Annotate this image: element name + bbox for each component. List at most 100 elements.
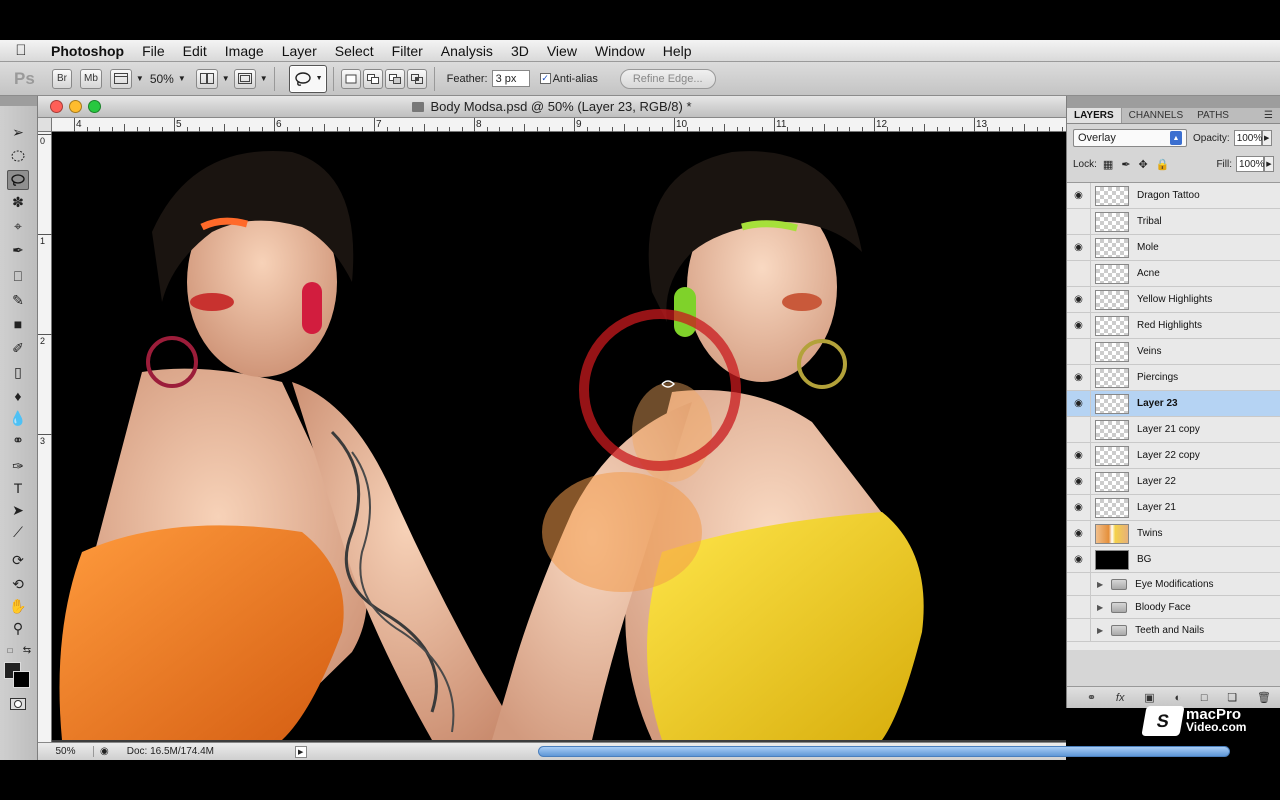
menu-app-name[interactable]: Photoshop <box>42 43 133 59</box>
visibility-eye-icon[interactable] <box>1067 572 1091 596</box>
lock-transparency-icon[interactable]: ▦ <box>1103 158 1113 171</box>
visibility-eye-icon[interactable]: ◉ <box>1067 546 1091 573</box>
layer-row[interactable]: ◉ Red Highlights <box>1067 312 1280 339</box>
layer-row[interactable]: ◉ Layer 23 <box>1067 390 1280 417</box>
feather-input[interactable]: 3 px <box>491 70 530 87</box>
pen-tool-icon[interactable]: ✑ <box>7 456 29 476</box>
refine-edge-button[interactable]: Refine Edge... <box>619 68 716 89</box>
layer-row[interactable]: Acne <box>1067 260 1280 287</box>
layer-row[interactable]: ◉ Layer 22 copy <box>1067 442 1280 469</box>
tool-preset-picker[interactable]: ▼ <box>288 64 327 93</box>
chevron-right-icon[interactable]: ▶ <box>1264 156 1274 172</box>
layer-row[interactable]: ◉ Dragon Tattoo <box>1067 183 1280 209</box>
minimize-window-button[interactable] <box>69 100 82 113</box>
visibility-eye-icon[interactable] <box>1067 595 1091 619</box>
menu-view[interactable]: View <box>538 43 586 59</box>
eyedropper-tool-icon[interactable]: ✒ <box>7 240 29 260</box>
layer-style-icon[interactable]: fx <box>1116 692 1125 704</box>
crop-tool-icon[interactable]: ⌖ <box>7 216 29 236</box>
tab-paths[interactable]: PATHS <box>1190 108 1236 123</box>
menu-window[interactable]: Window <box>586 43 654 59</box>
zoom-level-select[interactable]: 50% ▼ <box>150 72 186 86</box>
layer-row[interactable]: Tribal <box>1067 208 1280 235</box>
blend-mode-select[interactable]: Overlay ▲ <box>1073 129 1187 147</box>
zoom-window-button[interactable] <box>88 100 101 113</box>
menu-3d[interactable]: 3D <box>502 43 538 59</box>
visibility-eye-icon[interactable]: ◉ <box>1067 312 1091 339</box>
tab-channels[interactable]: CHANNELS <box>1122 108 1190 123</box>
marquee-tool-icon[interactable] <box>7 146 29 166</box>
visibility-eye-icon[interactable]: ◉ <box>1067 183 1091 209</box>
zoom-tool-icon[interactable]: ⚲ <box>7 618 29 638</box>
hand-tool-icon[interactable]: ✋ <box>7 596 29 616</box>
eraser-tool-icon[interactable]: ▯ <box>7 362 29 382</box>
layer-row[interactable]: Veins <box>1067 338 1280 365</box>
layer-mask-icon[interactable]: ▣ <box>1144 691 1154 704</box>
menu-analysis[interactable]: Analysis <box>432 43 502 59</box>
apple-icon[interactable]:  <box>0 42 42 59</box>
ruler-origin[interactable] <box>38 118 52 132</box>
fill-input[interactable]: 100% <box>1236 156 1265 172</box>
paint-bucket-tool-icon[interactable]: ♦ <box>7 386 29 406</box>
lock-position-icon[interactable]: ✥ <box>1139 158 1148 171</box>
swap-colors-icon[interactable]: ⇆ <box>20 640 34 660</box>
layer-row[interactable]: ◉ BG <box>1067 546 1280 573</box>
menu-help[interactable]: Help <box>654 43 701 59</box>
layer-row[interactable]: ◉ Twins <box>1067 520 1280 547</box>
visibility-eye-icon[interactable]: ◉ <box>1067 364 1091 391</box>
intersect-selection-button[interactable] <box>406 68 427 89</box>
quick-selection-tool-icon[interactable]: ✽ <box>7 192 29 212</box>
history-brush-tool-icon[interactable]: ✐ <box>7 338 29 358</box>
visibility-eye-icon[interactable]: ◉ <box>1067 468 1091 495</box>
layer-row[interactable]: ◉ Yellow Highlights <box>1067 286 1280 313</box>
menu-filter[interactable]: Filter <box>383 43 432 59</box>
visibility-eye-icon[interactable] <box>1067 338 1091 365</box>
visibility-eye-icon[interactable]: ◉ <box>1067 390 1091 417</box>
status-zoom-field[interactable]: 50% <box>38 746 94 757</box>
tab-layers[interactable]: LAYERS <box>1067 108 1122 123</box>
background-color-swatch[interactable] <box>13 671 30 688</box>
screen-mode-button[interactable] <box>233 68 256 89</box>
menu-file[interactable]: File <box>133 43 174 59</box>
expand-triangle-icon[interactable]: ▶ <box>1097 580 1103 589</box>
layer-row[interactable]: ◉ Layer 22 <box>1067 468 1280 495</box>
path-selection-tool-icon[interactable]: ➤ <box>7 500 29 520</box>
menu-layer[interactable]: Layer <box>273 43 326 59</box>
quick-mask-icon[interactable] <box>7 694 29 714</box>
image-canvas[interactable] <box>52 132 1066 740</box>
panel-menu-icon[interactable]: ☰ <box>1257 108 1280 123</box>
visibility-eye-icon[interactable]: ◉ <box>1067 442 1091 469</box>
dodge-tool-icon[interactable]: ⚭ <box>7 430 29 450</box>
link-layers-icon[interactable]: ⚭ <box>1087 691 1096 704</box>
layer-group-row[interactable]: ▶ Eye Modifications <box>1067 572 1280 596</box>
visibility-eye-icon[interactable]: ◉ <box>1067 286 1091 313</box>
visibility-eye-icon[interactable]: ◉ <box>1067 520 1091 547</box>
lock-pixels-icon[interactable]: ✒ <box>1121 158 1130 171</box>
menu-select[interactable]: Select <box>326 43 383 59</box>
visibility-eye-icon[interactable] <box>1067 416 1091 443</box>
layer-group-row[interactable]: ▶ Bloody Face <box>1067 595 1280 619</box>
subtract-selection-button[interactable] <box>384 68 405 89</box>
visibility-eye-icon[interactable] <box>1067 208 1091 235</box>
new-group-icon[interactable]: □ <box>1201 692 1208 704</box>
status-options-icon[interactable]: ◉ <box>100 746 109 757</box>
layer-row[interactable]: Layer 21 copy <box>1067 416 1280 443</box>
horizontal-ruler[interactable]: 4 5 6 7 8 9 10 11 12 13 <box>52 118 1066 132</box>
horizontal-scrollbar[interactable] <box>538 746 1230 757</box>
blur-tool-icon[interactable]: 💧 <box>7 408 29 428</box>
panel-header[interactable] <box>1067 96 1280 108</box>
close-window-button[interactable] <box>50 100 63 113</box>
visibility-eye-icon[interactable]: ◉ <box>1067 234 1091 261</box>
new-selection-button[interactable] <box>340 68 361 89</box>
chevron-right-icon[interactable]: ▶ <box>1261 130 1272 146</box>
view-extras-button[interactable] <box>109 68 132 89</box>
layer-group-row[interactable]: ▶ Teeth and Nails <box>1067 618 1280 642</box>
layer-row[interactable]: ◉ Piercings <box>1067 364 1280 391</box>
default-colors-icon[interactable]: □ <box>3 640 17 660</box>
visibility-eye-icon[interactable] <box>1067 260 1091 287</box>
adjustment-layer-icon[interactable]: ◐ <box>1174 692 1181 704</box>
type-tool-icon[interactable]: T <box>7 478 29 498</box>
menu-image[interactable]: Image <box>216 43 273 59</box>
lasso-tool-icon[interactable] <box>7 170 29 190</box>
bridge-button[interactable]: Br <box>52 68 72 89</box>
